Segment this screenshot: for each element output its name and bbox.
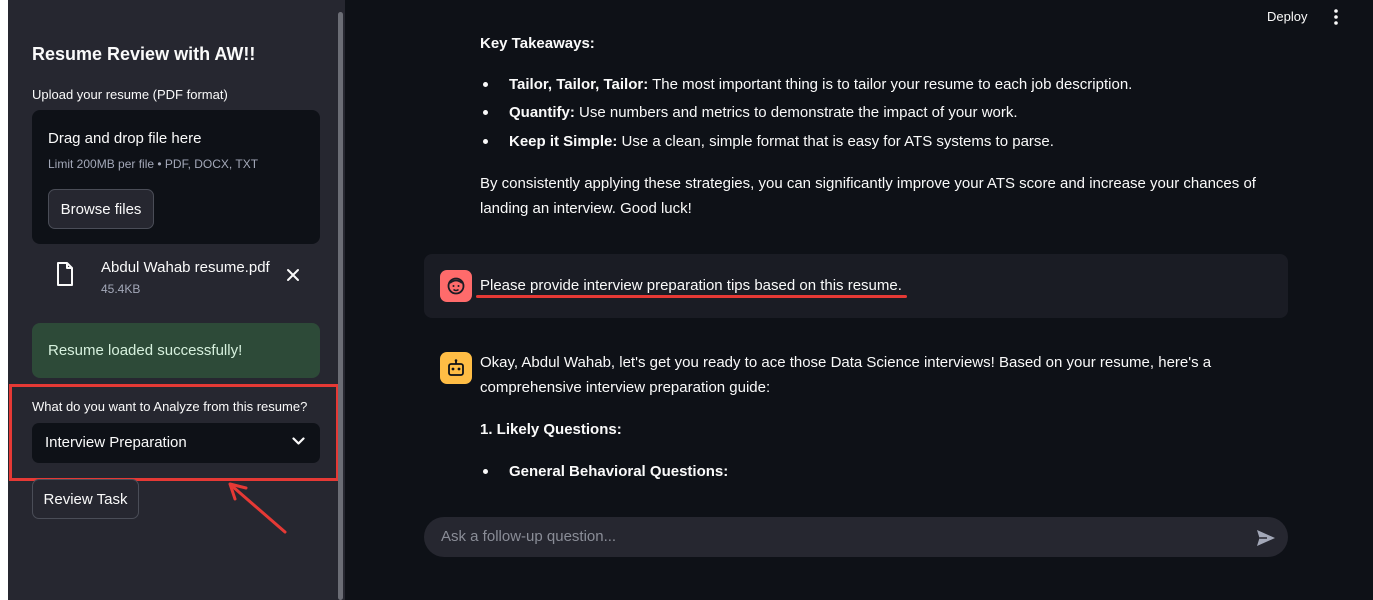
file-name: Abdul Wahab resume.pdf — [101, 259, 270, 276]
assistant-section-heading: 1. Likely Questions: — [480, 421, 622, 438]
sidebar: Resume Review with AW!! Upload your resu… — [8, 0, 345, 600]
main-area: Deploy Key Takeaways: Tailor, Tailor, Ta… — [345, 0, 1373, 600]
sidebar-scrollbar[interactable] — [338, 12, 343, 600]
dropzone-title: Drag and drop file here — [48, 130, 202, 147]
prev-closing-line-2: landing an interview. Good luck! — [480, 200, 692, 217]
bullet-dot — [483, 139, 488, 144]
analyze-label: What do you want to Analyze from this re… — [32, 399, 308, 414]
dropzone-limit: Limit 200MB per file • PDF, DOCX, TXT — [48, 157, 259, 171]
assistant-line-1: Okay, Abdul Wahab, let's get you ready t… — [480, 354, 1212, 371]
prev-heading: Key Takeaways: — [480, 35, 595, 52]
bullet-dot — [483, 110, 488, 115]
uploaded-file: Abdul Wahab resume.pdf 45.4KB — [32, 250, 320, 300]
prev-bullet-2: Quantify: Use numbers and metrics to dem… — [509, 104, 1018, 121]
bullet-dot — [483, 469, 488, 474]
analyze-select[interactable]: Interview Preparation — [32, 423, 320, 463]
assistant-bullet-1: General Behavioral Questions: — [509, 463, 729, 480]
analyze-select-value: Interview Preparation — [45, 434, 187, 451]
chat-input[interactable]: Ask a follow-up question... — [424, 517, 1288, 557]
sidebar-title: Resume Review with AW!! — [32, 44, 256, 64]
file-size: 45.4KB — [101, 282, 141, 296]
user-message: Please provide interview preparation tip… — [424, 254, 1288, 318]
browse-files-button[interactable]: Browse files — [48, 189, 154, 229]
chevron-down-icon — [292, 437, 305, 445]
more-menu-icon[interactable] — [1331, 8, 1341, 26]
deploy-button[interactable]: Deploy — [1267, 9, 1307, 24]
review-task-button[interactable]: Review Task — [32, 479, 139, 519]
assistant-avatar-icon — [440, 352, 472, 384]
prev-closing-line-1: By consistently applying these strategie… — [480, 175, 1256, 192]
user-avatar-icon — [440, 270, 472, 302]
annotation-underline — [476, 295, 907, 298]
close-icon[interactable] — [286, 268, 300, 282]
send-icon[interactable] — [1256, 529, 1276, 547]
left-gutter — [0, 0, 8, 600]
bullet-dot — [483, 82, 488, 87]
chat-input-placeholder: Ask a follow-up question... — [441, 528, 617, 545]
prev-bullet-1: Tailor, Tailor, Tailor: The most importa… — [509, 76, 1133, 93]
file-dropzone[interactable]: Drag and drop file here Limit 200MB per … — [32, 110, 320, 244]
file-icon — [57, 262, 73, 286]
prev-bullet-3: Keep it Simple: Use a clean, simple form… — [509, 133, 1054, 150]
upload-label: Upload your resume (PDF format) — [32, 87, 228, 102]
annotation-arrow — [228, 482, 287, 534]
assistant-line-2: comprehensive interview preparation guid… — [480, 379, 771, 396]
success-alert: Resume loaded successfully! — [32, 323, 320, 378]
